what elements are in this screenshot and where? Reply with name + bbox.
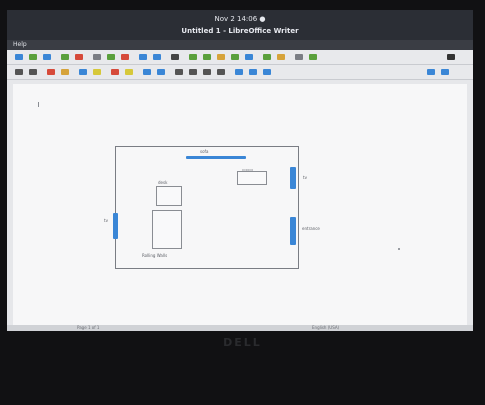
bed-box[interactable]	[152, 210, 182, 249]
font-color-icon[interactable]	[111, 69, 119, 75]
bullets-icon[interactable]	[143, 69, 151, 75]
paragraph-direction-icon[interactable]	[427, 69, 435, 75]
shapes-icon[interactable]	[309, 54, 317, 60]
sidebar-icon[interactable]	[447, 54, 455, 60]
window-title: Untitled 1 - LibreOffice Writer	[181, 27, 299, 35]
monitor-frame: Nov 2 14:06 ● Untitled 1 - LibreOffice W…	[0, 0, 485, 405]
cut-icon[interactable]	[93, 54, 101, 60]
highlight-color-icon[interactable]	[125, 69, 133, 75]
paste-icon[interactable]	[121, 54, 129, 60]
clear-formatting-icon[interactable]	[79, 69, 87, 75]
language[interactable]: English (USA)	[312, 325, 339, 330]
subscript-icon[interactable]	[61, 69, 69, 75]
tv-marker-left[interactable]	[113, 213, 118, 239]
line-icon[interactable]	[295, 54, 303, 60]
line-spacing-icon[interactable]	[235, 69, 243, 75]
export-icon[interactable]	[61, 54, 69, 60]
dell-logo: DELL	[223, 336, 262, 349]
find-icon[interactable]	[171, 54, 179, 60]
new-icon[interactable]	[15, 54, 23, 60]
align-left-icon[interactable]	[175, 69, 183, 75]
status-bar: Page 1 of 1 English (USA)	[7, 325, 473, 331]
track-changes-icon[interactable]	[277, 54, 285, 60]
entrance-label: entrance	[302, 226, 320, 231]
chart-icon[interactable]	[217, 54, 225, 60]
entrance-marker[interactable]	[290, 217, 296, 245]
tv-left-label: tv	[104, 218, 108, 223]
align-center-icon[interactable]	[189, 69, 197, 75]
menu-bar: Help	[7, 40, 473, 50]
undo-icon[interactable]	[139, 54, 147, 60]
strikethrough-icon[interactable]	[29, 69, 37, 75]
tv-right-label: tv	[303, 175, 307, 180]
sofa-label: sofa	[200, 149, 209, 154]
sofa-marker[interactable]	[186, 156, 246, 159]
underline-icon[interactable]	[15, 69, 23, 75]
redo-icon[interactable]	[153, 54, 161, 60]
rolling-walls-label: Rolling Walls	[142, 253, 168, 258]
standard-toolbar	[7, 50, 473, 65]
tv-stand-box[interactable]	[237, 171, 267, 185]
increase-indent-icon[interactable]	[249, 69, 257, 75]
floor-plan-frame[interactable]: sofa ▭▭▭ tv desk tv entrance Rolling Wal…	[104, 146, 320, 269]
superscript-icon[interactable]	[47, 69, 55, 75]
desk-label: desk	[158, 180, 168, 185]
desk-box[interactable]	[156, 186, 182, 206]
comment-icon[interactable]	[263, 54, 271, 60]
align-right-icon[interactable]	[203, 69, 211, 75]
table-icon[interactable]	[189, 54, 197, 60]
special-character-icon[interactable]	[231, 54, 239, 60]
title-bar: Nov 2 14:06 ● Untitled 1 - LibreOffice W…	[7, 10, 473, 40]
menu-help[interactable]: Help	[13, 41, 27, 48]
hyperlink-icon[interactable]	[245, 54, 253, 60]
more-options-icon[interactable]	[441, 69, 449, 75]
save-icon[interactable]	[43, 54, 51, 60]
decrease-indent-icon[interactable]	[263, 69, 271, 75]
mouse-pointer	[398, 248, 400, 250]
text-cursor	[38, 102, 39, 107]
page-count: Page 1 of 1	[77, 325, 100, 330]
box-label: ▭▭▭	[242, 167, 254, 172]
tv-marker-right[interactable]	[290, 167, 296, 189]
copy-icon[interactable]	[107, 54, 115, 60]
open-icon[interactable]	[29, 54, 37, 60]
formatting-toolbar	[7, 65, 473, 80]
system-clock: Nov 2 14:06 ●	[214, 15, 266, 23]
character-highlight-icon[interactable]	[93, 69, 101, 75]
justify-icon[interactable]	[217, 69, 225, 75]
image-icon[interactable]	[203, 54, 211, 60]
numbering-icon[interactable]	[157, 69, 165, 75]
print-icon[interactable]	[75, 54, 83, 60]
